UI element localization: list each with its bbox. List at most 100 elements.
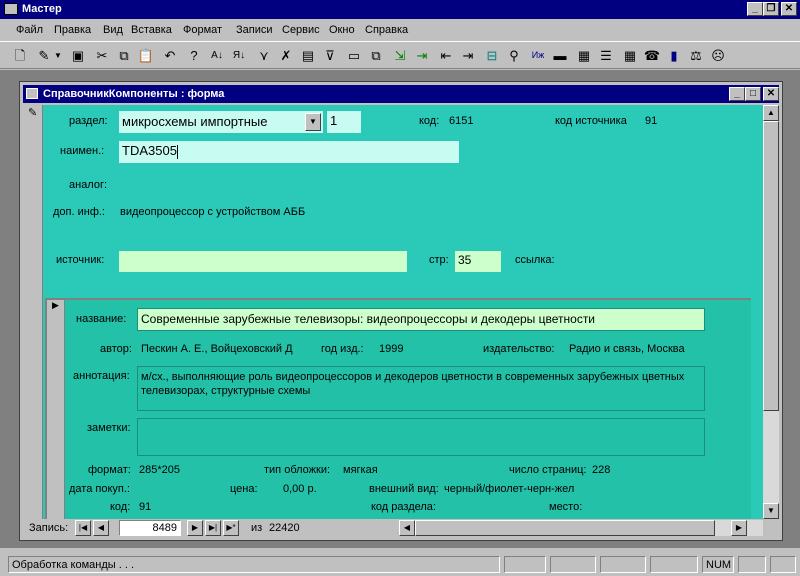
scroll-down-button[interactable]: ▼: [763, 503, 779, 519]
menu-insert[interactable]: Вставка: [131, 24, 172, 36]
razdel-label: раздел:: [69, 115, 108, 127]
cascade-icon[interactable]: ⧉: [366, 46, 386, 66]
status-panel-6: [738, 556, 766, 573]
book2-icon[interactable]: ▮: [664, 46, 684, 66]
undo-icon[interactable]: ↶: [160, 46, 180, 66]
nazvanie-field[interactable]: Современные зарубежные телевизоры: видео…: [137, 308, 705, 331]
record-total: 22420: [269, 522, 300, 534]
arrow-left-icon[interactable]: ⇤: [436, 46, 456, 66]
subform-record-selector[interactable]: ▶: [47, 300, 65, 519]
design-icon[interactable]: ✎: [34, 46, 54, 66]
view-icon[interactable]: 🗋: [10, 46, 30, 66]
export-icon[interactable]: ⇥: [412, 46, 432, 66]
vid-label: внешний вид:: [369, 483, 439, 495]
zametki-field[interactable]: [137, 418, 705, 456]
istochnik-field[interactable]: [119, 251, 407, 272]
arrow-right-icon[interactable]: ⇥: [458, 46, 478, 66]
god-label: год изд.:: [321, 343, 364, 355]
current-record-arrow-icon: ▶: [52, 300, 59, 310]
nazvanie-label: название:: [76, 313, 127, 325]
naim-field[interactable]: TDA3505: [119, 141, 459, 163]
app-title-bar: Мастер _ ❐ ✕: [0, 0, 800, 19]
minimize-button[interactable]: _: [747, 2, 763, 16]
apply-filter-icon[interactable]: ▤: [298, 46, 318, 66]
analog-label: аналог:: [69, 179, 108, 191]
next-record-button[interactable]: ▶: [187, 520, 203, 536]
menu-window[interactable]: Окно: [329, 24, 355, 36]
scales-icon[interactable]: ⚖: [686, 46, 706, 66]
book-icon[interactable]: ▦: [574, 46, 594, 66]
scroll-right-button[interactable]: ▶: [731, 520, 747, 536]
format-value: 285*205: [139, 464, 180, 476]
close-button[interactable]: ✕: [781, 2, 797, 16]
copy-icon[interactable]: ⧉: [114, 46, 134, 66]
help-icon[interactable]: ?: [184, 46, 204, 66]
form-minimize-button[interactable]: _: [729, 87, 745, 101]
scroll-thumb[interactable]: [763, 121, 779, 411]
import-icon[interactable]: ⇲: [390, 46, 410, 66]
cut-icon[interactable]: ✂: [92, 46, 112, 66]
razdel-combo[interactable]: микросхемы импортные ▼: [119, 111, 323, 133]
chevron-down-icon[interactable]: ▼: [53, 46, 63, 66]
sort-desc-icon[interactable]: Я↓: [229, 46, 249, 66]
form-maximize-button[interactable]: □: [745, 87, 761, 101]
first-record-button[interactable]: |◀: [75, 520, 91, 536]
pages-value: 228: [592, 464, 611, 476]
new-record-button[interactable]: ▶*: [223, 520, 239, 536]
filter-selection-icon[interactable]: ⋎: [254, 46, 274, 66]
last-record-button[interactable]: ▶|: [205, 520, 221, 536]
menu-edit[interactable]: Правка: [54, 24, 91, 36]
menu-file[interactable]: Файл: [16, 24, 43, 36]
save-icon[interactable]: ▣: [68, 46, 88, 66]
sort-asc-icon[interactable]: A↓: [207, 46, 227, 66]
mesto-label: место:: [549, 501, 583, 513]
phone-icon[interactable]: ☎: [642, 46, 662, 66]
naim-label: наимен.:: [60, 145, 105, 157]
new-window-icon[interactable]: ▭: [344, 46, 364, 66]
record-navigation: Запись: |◀ ◀ 8489 ▶ ▶| ▶* из 22420 ◀ ▶: [23, 519, 763, 537]
razdel-num-field[interactable]: 1: [327, 111, 361, 133]
horizontal-scrollbar[interactable]: ◀ ▶: [399, 520, 763, 536]
scroll-up-button[interactable]: ▲: [763, 105, 779, 121]
status-bar: Обработка команды . . . NUM: [0, 552, 800, 576]
vid-value: черный/фиолет-черн-жел: [444, 483, 575, 495]
face-icon[interactable]: ☹: [708, 46, 728, 66]
prev-record-button[interactable]: ◀: [93, 520, 109, 536]
naim-value: TDA3505: [122, 143, 177, 158]
hscroll-thumb[interactable]: [415, 520, 715, 536]
current-record-field[interactable]: 8489: [119, 520, 181, 536]
annot-field[interactable]: м/сх., выполняющие роль видеопроцессоров…: [137, 366, 705, 411]
form-window: СправочникКомпоненты : форма _ □ ✕ ✎ раз…: [19, 81, 783, 541]
chevron-down-icon[interactable]: ▼: [305, 113, 321, 131]
vertical-scrollbar[interactable]: ▲ ▼: [763, 105, 779, 519]
kod-value: 6151: [449, 115, 474, 127]
ruler-icon[interactable]: ▬: [550, 46, 570, 66]
calculator-icon[interactable]: ▦: [620, 46, 640, 66]
filter-form-icon[interactable]: ✗: [276, 46, 296, 66]
app-icon[interactable]: [4, 3, 18, 15]
izd-label: издательство:: [483, 343, 555, 355]
annot-label: аннотация:: [73, 370, 130, 382]
str-field[interactable]: 35: [455, 251, 501, 272]
paste-icon[interactable]: 📋: [136, 46, 156, 66]
list-icon[interactable]: ☰: [596, 46, 616, 66]
zametki-label: заметки:: [87, 422, 131, 434]
form-close-button[interactable]: ✕: [763, 87, 779, 101]
find-icon[interactable]: ⚲: [504, 46, 524, 66]
status-panel-2: [550, 556, 596, 573]
menu-help[interactable]: Справка: [365, 24, 408, 36]
filter-icon[interactable]: ⊽: [320, 46, 340, 66]
menu-view[interactable]: Вид: [103, 24, 123, 36]
menu-tools[interactable]: Сервис: [282, 24, 320, 36]
scroll-left-button[interactable]: ◀: [399, 520, 415, 536]
kod-source-value: 91: [645, 115, 658, 127]
sub-kod-label: код:: [110, 501, 131, 513]
sub-kod-value: 91: [139, 501, 152, 513]
menu-format[interactable]: Формат: [183, 24, 222, 36]
record-selector[interactable]: ✎: [23, 105, 43, 519]
record-icon[interactable]: ⊟: [482, 46, 502, 66]
god-value: 1999: [379, 343, 404, 355]
restore-button[interactable]: ❐: [763, 2, 779, 16]
menu-records[interactable]: Записи: [236, 24, 273, 36]
table-icon[interactable]: Иж: [528, 46, 548, 66]
